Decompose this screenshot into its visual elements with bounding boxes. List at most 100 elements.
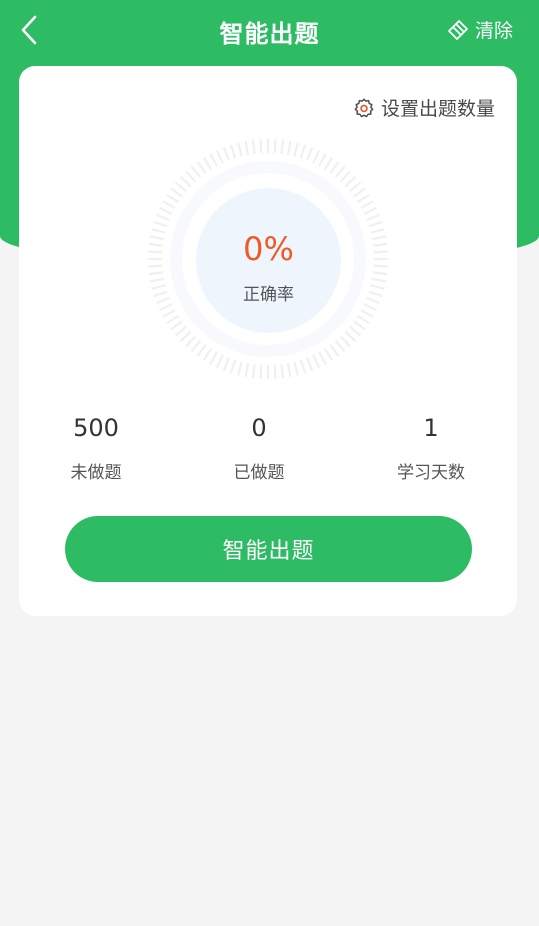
dial-tick — [156, 213, 170, 222]
dial-tick — [293, 361, 299, 376]
dial-tick — [366, 296, 380, 305]
dial-tick — [273, 364, 277, 379]
dial-tick — [151, 228, 166, 234]
dial-tick — [273, 139, 277, 154]
dial-tick — [344, 176, 357, 188]
settings-label: 设置出题数量 — [380, 98, 495, 120]
stat-value: 0 — [251, 414, 267, 442]
dial-tick — [348, 325, 362, 337]
dial-tick — [259, 364, 263, 379]
dial-tick — [170, 187, 183, 198]
dial-tick — [179, 330, 192, 342]
dial-tick — [318, 153, 327, 167]
dial-tick — [190, 165, 202, 179]
dial-tick — [148, 264, 163, 268]
top-bar: 智能出题 清除 — [0, 0, 539, 62]
dial-tick — [363, 206, 378, 215]
dial-tick — [329, 344, 340, 357]
dial-tick — [148, 271, 163, 276]
dial-tick — [148, 250, 163, 254]
dial-tick — [299, 144, 307, 159]
dial-tick — [170, 320, 183, 331]
dial-tick — [360, 200, 374, 209]
accuracy-label: 正确率 — [243, 285, 294, 305]
dial-tick — [305, 357, 314, 371]
dial-tick — [353, 320, 366, 331]
dial-tick — [237, 142, 243, 157]
dial-tick — [209, 153, 218, 167]
accuracy-value: 0% — [243, 230, 294, 268]
stat-label: 已做题 — [233, 463, 285, 483]
dial-tick — [185, 170, 197, 183]
dial-tick — [166, 314, 180, 325]
dial-tick — [215, 354, 224, 369]
dial-tick — [209, 351, 218, 365]
dial-tick — [373, 271, 388, 276]
stat-undone: 500 未做题 — [26, 414, 166, 483]
dial-tick — [156, 296, 170, 305]
dial-tick — [370, 284, 385, 290]
dial-tick — [244, 362, 250, 378]
dial-tick — [174, 325, 188, 337]
dial-tick — [251, 364, 256, 379]
dial-tick — [202, 157, 213, 171]
dial-tick — [259, 139, 263, 154]
clear-label: 清除 — [474, 20, 513, 42]
dial-tick — [229, 144, 237, 159]
dial-tick — [215, 149, 224, 164]
dial-tick — [370, 228, 385, 234]
set-question-count-button[interactable]: 设置出题数量 — [353, 94, 495, 121]
eraser-icon — [448, 19, 468, 40]
stat-label: 未做题 — [70, 463, 122, 483]
dial-tick — [222, 147, 231, 161]
dial-tick — [368, 220, 383, 228]
dial-tick — [190, 339, 202, 353]
dial-tick — [229, 359, 237, 374]
stat-label: 学习天数 — [397, 463, 465, 483]
stat-study-days: 1 学习天数 — [361, 414, 501, 483]
dial-tick — [368, 290, 383, 298]
dial-tick — [196, 344, 207, 357]
dial-tick — [149, 235, 165, 241]
dial-tick — [373, 242, 388, 247]
dial-tick — [286, 362, 292, 378]
dial-tick — [353, 187, 366, 198]
dial-tick — [323, 157, 334, 171]
dial-tick — [373, 250, 388, 254]
quiz-card: 设置出题数量 0% 正确率 500 未做题 0 已做题 1 学习天数 智能出题 — [19, 66, 517, 616]
dial-tick — [196, 161, 207, 174]
dial-tick — [280, 364, 285, 379]
clear-button[interactable]: 清除 — [447, 16, 513, 43]
dial-tick — [334, 165, 346, 179]
dial-tick — [149, 277, 165, 283]
dial-tick — [348, 181, 362, 193]
dial-tick — [202, 347, 213, 361]
dial-tick — [244, 140, 250, 156]
dial-tick — [286, 140, 292, 156]
dial-tick — [151, 284, 166, 290]
dial-tick — [363, 303, 378, 312]
stat-value: 1 — [423, 414, 439, 442]
dial-tick — [312, 354, 321, 369]
dial-tick — [293, 142, 299, 157]
dial-tick — [148, 242, 163, 247]
dial-tick — [237, 361, 243, 376]
dial-tick — [373, 264, 388, 268]
dial-tick — [158, 206, 173, 215]
stat-done: 0 已做题 — [189, 414, 329, 483]
dial-tick — [312, 149, 321, 164]
stat-value: 500 — [73, 414, 119, 442]
gear-icon — [354, 98, 374, 117]
dial-tick — [174, 181, 188, 193]
dial-tick — [356, 314, 370, 325]
dial-tick — [162, 200, 176, 209]
dial-tick — [280, 139, 285, 154]
dial-tick — [153, 290, 168, 298]
dial-tick — [329, 161, 340, 174]
smart-quiz-button[interactable]: 智能出题 — [65, 516, 472, 582]
dial-tick — [371, 235, 387, 241]
dial-tick — [323, 347, 334, 361]
dial-tick — [222, 357, 231, 371]
dial-tick — [299, 359, 307, 374]
dial-tick — [356, 193, 370, 204]
